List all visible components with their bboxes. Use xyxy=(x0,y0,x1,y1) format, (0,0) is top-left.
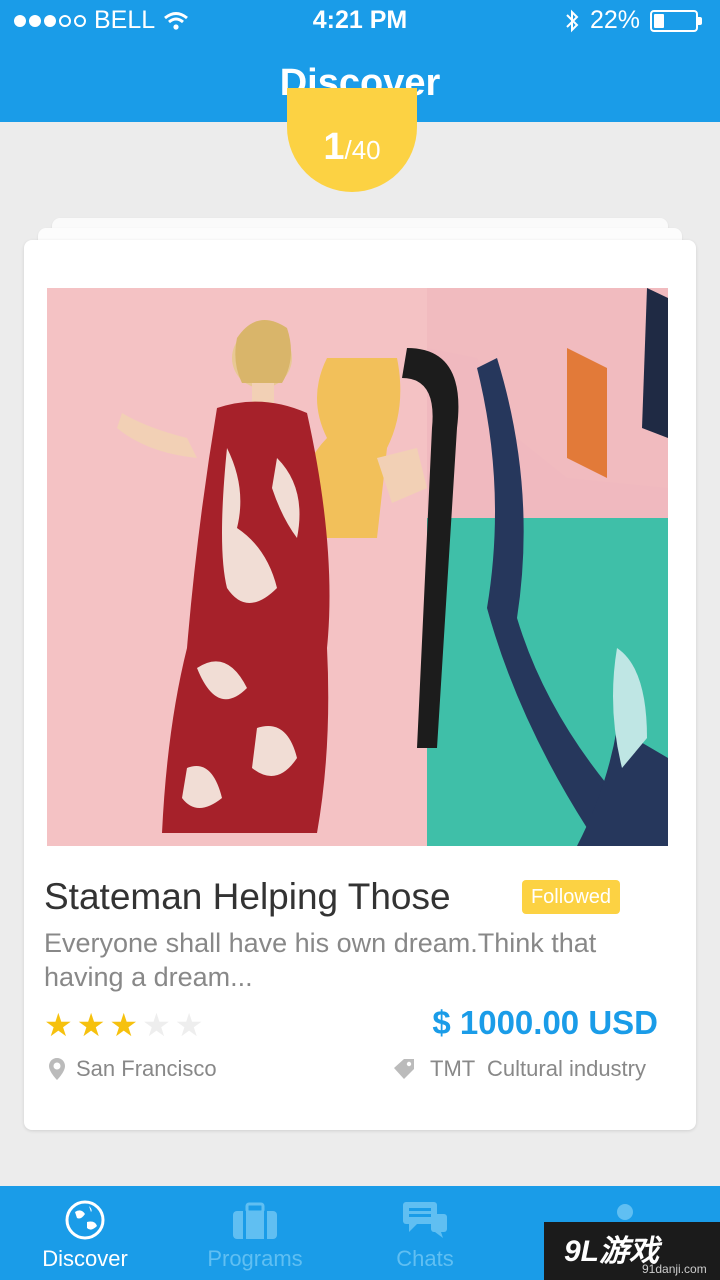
tags-label: TMT Cultural industry xyxy=(430,1056,646,1081)
star-empty-icon: ★ xyxy=(142,1007,171,1043)
counter-current: 1 xyxy=(323,126,345,168)
star-filled-icon: ★ xyxy=(76,1007,106,1043)
tab-discover[interactable]: Discover xyxy=(0,1186,170,1280)
battery-percent: 22% xyxy=(589,6,640,34)
card-description: Everyone shall have his own dream.Think … xyxy=(44,928,597,992)
location: San Francisco xyxy=(48,1056,217,1082)
tab-label: Discover xyxy=(42,1246,128,1271)
counter-total: /40 xyxy=(344,135,381,165)
location-label: San Francisco xyxy=(76,1056,217,1081)
price-label: $ 1000.00 USD xyxy=(432,1004,658,1041)
card-title[interactable]: Stateman Helping Those xyxy=(44,876,451,918)
project-card[interactable]: Stateman Helping Those Followed Everyone… xyxy=(24,240,696,1130)
tab-label: Chats xyxy=(396,1246,454,1271)
rating-stars: ★ ★ ★ ★ ★ xyxy=(44,1008,203,1042)
battery-icon xyxy=(650,9,702,32)
status-bar: BELL 4:21 PM 22% xyxy=(0,0,720,40)
globe-icon xyxy=(65,1200,105,1240)
chat-bubbles-icon xyxy=(403,1202,447,1238)
tag-icon xyxy=(394,1059,415,1079)
watermark-logo: 9L游戏 91danji.com xyxy=(544,1222,720,1280)
card-counter-badge: 1/40 xyxy=(287,88,417,192)
briefcase-icon xyxy=(233,1202,277,1239)
tab-programs[interactable]: Programs xyxy=(170,1186,340,1280)
status-right: 22% xyxy=(564,6,702,35)
bluetooth-icon xyxy=(566,9,579,32)
star-empty-icon: ★ xyxy=(174,1007,204,1043)
fashion-illustration-image xyxy=(47,288,668,846)
tab-label: Programs xyxy=(207,1246,303,1271)
location-pin-icon xyxy=(49,1058,65,1080)
watermark-url: 91danji.com xyxy=(642,1262,707,1276)
star-filled-icon: ★ xyxy=(44,1007,73,1043)
tags: TMT Cultural industry xyxy=(392,1056,646,1082)
tab-chats[interactable]: Chats xyxy=(340,1186,510,1280)
project-photo[interactable] xyxy=(47,288,668,846)
star-filled-icon: ★ xyxy=(109,1007,139,1043)
followed-badge[interactable]: Followed xyxy=(522,880,620,914)
